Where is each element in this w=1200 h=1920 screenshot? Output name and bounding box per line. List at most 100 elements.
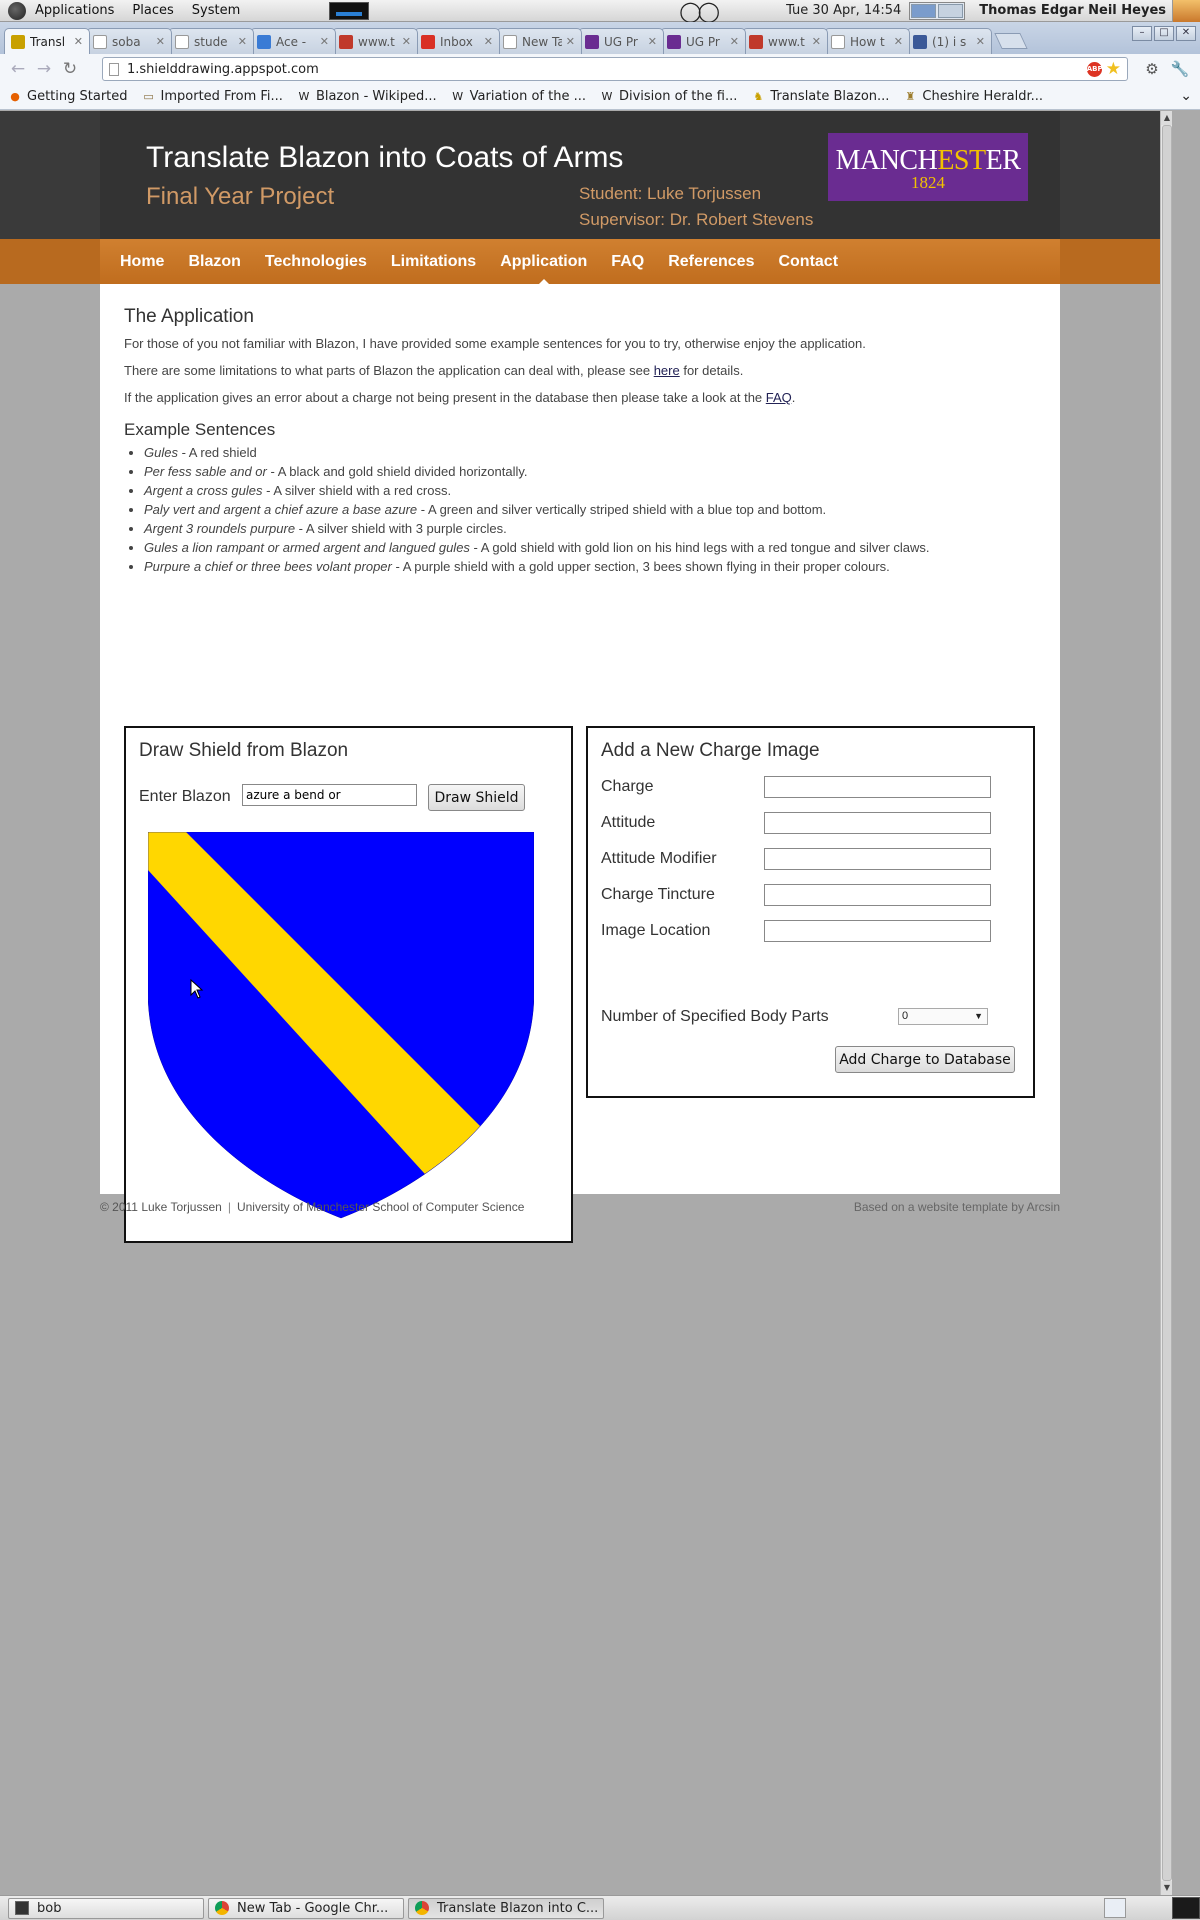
nav-limitations[interactable]: Limitations xyxy=(391,253,476,271)
taskbar-item[interactable]: bob xyxy=(8,1897,204,1919)
nav-contact[interactable]: Contact xyxy=(778,253,838,271)
nav-technologies[interactable]: Technologies xyxy=(265,253,367,271)
close-tab-icon[interactable]: ✕ xyxy=(730,35,739,48)
nav-faq[interactable]: FAQ xyxy=(611,253,644,271)
system-monitor-icon[interactable] xyxy=(329,1,370,20)
blazon-label: Enter Blazon xyxy=(139,788,231,805)
footer-university-link[interactable]: University of Manchester School of Compu… xyxy=(237,1200,524,1214)
limitations-link[interactable]: here xyxy=(654,363,680,378)
bookmark-label: Imported From Fi... xyxy=(160,89,283,104)
workspace-tray-icon[interactable] xyxy=(1172,1897,1200,1919)
browser-tab[interactable]: How t ✕ xyxy=(824,28,910,54)
minimize-window-icon[interactable]: – xyxy=(1132,26,1152,41)
address-bar[interactable]: 1.shielddrawing.appspot.com ABP ★ xyxy=(102,57,1128,81)
charge-field-input[interactable] xyxy=(764,776,991,798)
browser-tab[interactable]: stude ✕ xyxy=(168,28,254,54)
nav-blazon[interactable]: Blazon xyxy=(188,253,240,271)
places-menu[interactable]: Places xyxy=(123,3,182,18)
chrome-icon xyxy=(415,1901,429,1915)
add-charge-button[interactable]: Add Charge to Database xyxy=(835,1046,1015,1073)
manchester-logo: MANCHESTER 1824 xyxy=(828,133,1028,201)
faq-link[interactable]: FAQ xyxy=(766,390,792,405)
add-charge-panel: Add a New Charge Image Charge Attitude Att… xyxy=(586,726,1035,1098)
example-description: - A green and silver vertically striped … xyxy=(417,502,827,517)
forward-arrow-icon[interactable]: → xyxy=(32,57,56,81)
bookmark-item[interactable]: ▭ Imported From Fi... xyxy=(142,89,283,104)
bookmarks-overflow-chevron-icon[interactable]: ⌄ xyxy=(1180,88,1192,104)
user-avatar-icon[interactable] xyxy=(1172,0,1200,22)
charge-field-input[interactable] xyxy=(764,920,991,942)
browser-tab[interactable]: Inbox ✕ xyxy=(414,28,500,54)
blazon-input[interactable] xyxy=(242,784,417,806)
address-bar-url[interactable]: 1.shielddrawing.appspot.com xyxy=(127,62,1087,77)
charge-field-input[interactable] xyxy=(764,884,991,906)
close-tab-icon[interactable]: ✕ xyxy=(402,35,411,48)
charge-field-input[interactable] xyxy=(764,812,991,834)
bookmark-item[interactable]: W Blazon - Wikiped... xyxy=(297,89,436,104)
browser-tab[interactable]: UG Pr ✕ xyxy=(660,28,746,54)
taskbar-item[interactable]: New Tab - Google Chr... xyxy=(208,1897,404,1919)
example-sentences-list: Gules - A red shieldPer fess sable and o… xyxy=(124,443,1036,576)
notes-tray-icon[interactable] xyxy=(1104,1898,1126,1918)
footer-credit[interactable]: Based on a website template by Arcsin xyxy=(854,1200,1060,1218)
close-window-icon[interactable]: ✕ xyxy=(1176,26,1196,41)
bookmark-label: Cheshire Heraldr... xyxy=(922,89,1044,104)
browser-tab[interactable]: Transl ✕ xyxy=(4,28,90,54)
gnome-foot-icon[interactable] xyxy=(8,1,26,20)
close-tab-icon[interactable]: ✕ xyxy=(238,35,247,48)
browser-tab[interactable]: (1) i s ✕ xyxy=(906,28,992,54)
adblock-icon[interactable]: ABP xyxy=(1086,61,1103,77)
bookmark-item[interactable]: ● Getting Started xyxy=(8,89,127,104)
draw-shield-button[interactable]: Draw Shield xyxy=(428,784,525,811)
workspace-switcher[interactable] xyxy=(909,1,966,20)
panel-clock[interactable]: Tue 30 Apr, 14:54 xyxy=(786,3,901,18)
browser-tab[interactable]: UG Pr ✕ xyxy=(578,28,664,54)
browser-tab[interactable]: Ace - ✕ xyxy=(250,28,336,54)
new-tab-button[interactable] xyxy=(994,33,1028,49)
close-tab-icon[interactable]: ✕ xyxy=(812,35,821,48)
page-icon xyxy=(175,34,189,49)
reload-icon[interactable]: ↻ xyxy=(58,57,82,81)
example-item: Gules a lion rampant or armed argent and… xyxy=(144,538,1036,557)
browser-tab[interactable]: www.t ✕ xyxy=(742,28,828,54)
close-tab-icon[interactable]: ✕ xyxy=(74,35,83,48)
body-parts-select[interactable]: 0 ▼ xyxy=(898,1008,988,1025)
applications-menu[interactable]: Applications xyxy=(26,3,123,18)
back-arrow-icon[interactable]: ← xyxy=(6,57,30,81)
close-tab-icon[interactable]: ✕ xyxy=(648,35,657,48)
nav-application[interactable]: Application xyxy=(500,253,587,285)
close-tab-icon[interactable]: ✕ xyxy=(156,35,165,48)
flag-icon xyxy=(749,34,763,49)
bookmark-item[interactable]: ♜ Cheshire Heraldr... xyxy=(903,89,1043,104)
maximize-window-icon[interactable]: □ xyxy=(1154,26,1174,41)
wrench-menu-icon[interactable]: 🔧 xyxy=(1166,57,1194,81)
example-description: - A gold shield with gold lion on his hi… xyxy=(469,540,930,555)
system-menu[interactable]: System xyxy=(183,3,249,18)
close-tab-icon[interactable]: ✕ xyxy=(484,35,493,48)
wikipedia-icon: W xyxy=(298,89,310,103)
scrollbar-thumb[interactable] xyxy=(1162,125,1172,1881)
page-scrollbar[interactable]: ▲ ▼ xyxy=(1160,111,1173,1895)
browser-tab[interactable]: soba ✕ xyxy=(86,28,172,54)
close-tab-icon[interactable]: ✕ xyxy=(894,35,903,48)
bookmark-star-icon[interactable]: ★ xyxy=(1106,59,1121,79)
close-tab-icon[interactable]: ✕ xyxy=(320,35,329,48)
extension-icon[interactable]: ⚙ xyxy=(1138,57,1166,81)
panel-user-name[interactable]: Thomas Edgar Neil Heyes xyxy=(973,3,1172,18)
close-tab-icon[interactable]: ✕ xyxy=(566,35,575,48)
bookmark-item[interactable]: W Division of the fi... xyxy=(600,89,738,104)
taskbar-item[interactable]: Translate Blazon into C... xyxy=(408,1897,604,1919)
nav-home[interactable]: Home xyxy=(120,253,164,271)
close-tab-icon[interactable]: ✕ xyxy=(976,35,985,48)
facebook-icon xyxy=(913,34,927,49)
example-description: - A black and gold shield divided horizo… xyxy=(266,464,528,479)
example-blazon: Purpure a chief or three bees volant pro… xyxy=(144,559,392,574)
bookmark-item[interactable]: ♞ Translate Blazon... xyxy=(751,89,889,104)
browser-tab[interactable]: New Tab ✕ xyxy=(496,28,582,54)
nav-references[interactable]: References xyxy=(668,253,754,271)
browser-tab[interactable]: www.t ✕ xyxy=(332,28,418,54)
charge-field-input[interactable] xyxy=(764,848,991,870)
examples-heading: Example Sentences xyxy=(124,420,276,439)
bookmark-item[interactable]: W Variation of the ... xyxy=(451,89,586,104)
taskbar-item-label: New Tab - Google Chr... xyxy=(237,1900,389,1916)
